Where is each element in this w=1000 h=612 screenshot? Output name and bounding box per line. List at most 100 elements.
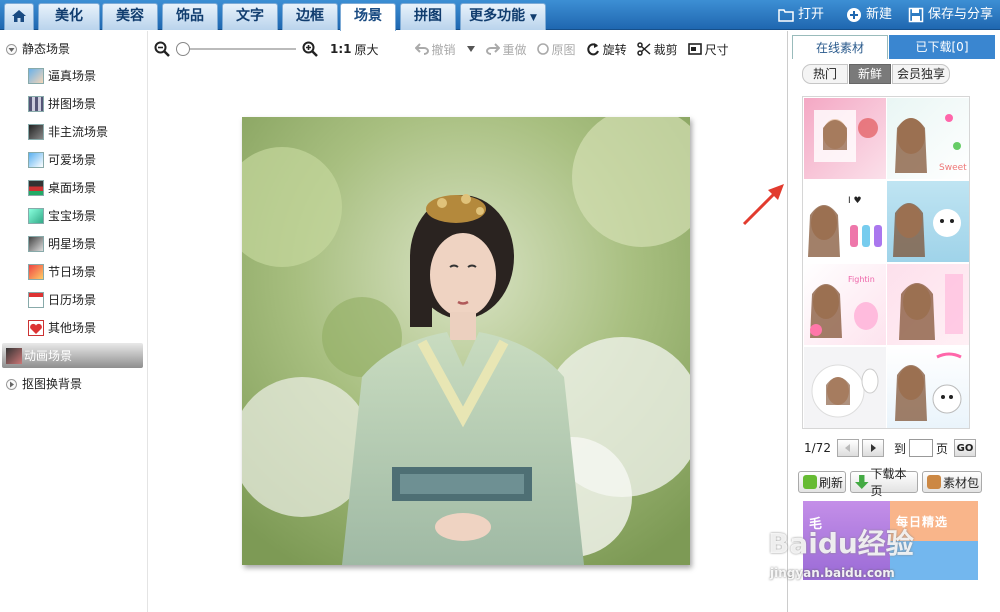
sidebar-item-realistic[interactable]: 逼真场景 [28, 65, 96, 87]
material-pack-button[interactable]: 素材包 [922, 471, 982, 493]
edited-photo[interactable] [242, 117, 690, 565]
zoom-slider[interactable] [176, 42, 296, 56]
baidu-watermark: Baidu经验 [768, 527, 914, 560]
new-button[interactable]: 新建 [846, 0, 892, 30]
page-indicator: 1/72 [804, 441, 831, 455]
undo-dropdown-icon[interactable] [466, 45, 476, 53]
material-thumbnail-grid: Sweet I ♥ Fightin [802, 96, 970, 429]
tab-frame[interactable]: 边框 [282, 3, 338, 30]
undo-button[interactable]: 撤销 [414, 41, 456, 58]
original-image-button[interactable]: 原图 [536, 41, 576, 58]
sidebar-item-desktop[interactable]: 桌面场景 [28, 177, 96, 199]
open-button[interactable]: 打开 [778, 0, 824, 30]
tab-beautify[interactable]: 美化 [38, 3, 100, 30]
page-suffix: 页 [935, 441, 948, 456]
zoom-slider-knob[interactable] [176, 42, 190, 56]
refresh-label: 刷新 [819, 475, 844, 490]
svg-text:I ♥: I ♥ [848, 196, 862, 206]
tab-home[interactable] [4, 3, 34, 30]
scene-thumbnail[interactable] [887, 347, 969, 428]
group-cutout-label: 抠图换背景 [22, 377, 83, 391]
prev-page-button[interactable] [836, 439, 859, 457]
original-size-button[interactable]: 1:1 原大 [330, 41, 379, 58]
sidebar-item-celebrity[interactable]: 明星场景 [28, 233, 96, 255]
sidebar-item-label: 拼图场景 [48, 97, 97, 111]
sidebar-item-holiday[interactable]: 节日场景 [28, 261, 96, 283]
save-share-label: 保存与分享 [928, 7, 994, 22]
tab-scene[interactable]: 场景 [340, 3, 396, 31]
zoom-out-icon[interactable] [154, 41, 170, 57]
right-arrow-icon [870, 444, 876, 452]
top-nav-bar: 美化 美容 饰品 文字 边框 场景 拼图 更多功能 ▼ 打开 新建 保存与分享 [0, 0, 1000, 31]
tab-more-functions[interactable]: 更多功能 ▼ [460, 3, 546, 30]
sidebar-item-alternative[interactable]: 非主流场景 [28, 121, 108, 143]
sidebar-item-animated-selected[interactable]: 动画场景 [2, 343, 143, 368]
tab-collage[interactable]: 拼图 [400, 3, 456, 30]
sidebar-item-label: 其他场景 [48, 321, 97, 335]
tab-accessories[interactable]: 饰品 [162, 3, 218, 30]
size-label: 尺寸 [704, 42, 729, 57]
resize-icon [687, 43, 702, 55]
rotate-button[interactable]: 旋转 [586, 41, 627, 58]
pagination: 1/72 到 页 GO [804, 439, 976, 457]
sidebar-item-label: 可爱场景 [48, 153, 97, 167]
sidebar-item-calendar[interactable]: 日历场景 [28, 289, 96, 311]
home-icon [12, 10, 26, 22]
collapse-icon [6, 43, 17, 55]
go-button[interactable]: GO [953, 439, 976, 457]
scene-thumbnail[interactable] [804, 347, 886, 428]
realistic-scene-icon [28, 68, 44, 84]
rotate-label: 旋转 [602, 42, 627, 57]
subtab-hot[interactable]: 热门 [802, 64, 848, 84]
holiday-scene-icon [28, 264, 44, 280]
heart-scene-icon [28, 320, 44, 336]
save-share-button[interactable]: 保存与分享 [908, 0, 993, 30]
scene-thumbnail[interactable]: Fightin [804, 264, 886, 345]
scene-thumbnail[interactable] [887, 264, 969, 345]
crop-label: 裁剪 [653, 42, 678, 57]
sidebar-item-collage-scene[interactable]: 拼图场景 [28, 93, 96, 115]
celebrity-scene-icon [28, 236, 44, 252]
group-cutout-background[interactable]: 抠图换背景 [6, 374, 82, 394]
resize-button[interactable]: 尺寸 [687, 41, 729, 58]
zoom-slider-track [176, 48, 296, 50]
svg-text:Fightin: Fightin [848, 275, 875, 284]
redo-icon [485, 43, 500, 55]
scene-thumbnail[interactable] [804, 98, 886, 179]
sidebar-item-label: 节日场景 [48, 265, 97, 279]
next-page-button[interactable] [861, 439, 884, 457]
collage-scene-icon [28, 96, 44, 112]
original-label: 原图 [551, 42, 576, 57]
sidebar-item-label: 日历场景 [48, 293, 97, 307]
tab-text[interactable]: 文字 [222, 3, 278, 30]
circle-icon [536, 43, 549, 55]
goto-label: 到 [893, 441, 906, 456]
page-number-input[interactable] [908, 439, 933, 457]
download-page-button[interactable]: 下载本页 [850, 467, 918, 498]
package-icon [927, 475, 941, 489]
sidebar-item-baby[interactable]: 宝宝场景 [28, 205, 96, 227]
rotate-icon [586, 43, 599, 56]
tab-makeup[interactable]: 美容 [102, 3, 158, 30]
expand-icon [6, 378, 17, 390]
scene-thumbnail[interactable] [887, 181, 969, 262]
folder-icon [778, 9, 794, 22]
crop-button[interactable]: 裁剪 [636, 41, 678, 58]
tab-more-label: 更多功能 [469, 8, 526, 24]
group-static-scenes[interactable]: 静态场景 [6, 39, 70, 59]
alternative-scene-icon [28, 124, 44, 140]
left-arrow-icon [844, 444, 850, 452]
redo-button[interactable]: 重做 [485, 41, 527, 58]
scene-thumbnail[interactable]: Sweet [887, 98, 969, 179]
scene-thumbnail[interactable]: I ♥ [804, 181, 886, 262]
floppy-disk-icon [908, 7, 924, 23]
tab-online-materials[interactable]: 在线素材 [792, 35, 888, 59]
redo-label: 重做 [502, 42, 527, 57]
zoom-in-icon[interactable] [302, 41, 318, 57]
tab-downloaded[interactable]: 已下载[0] [889, 35, 995, 59]
sidebar-item-cute[interactable]: 可爱场景 [28, 149, 96, 171]
sidebar-item-other[interactable]: 其他场景 [28, 317, 96, 339]
refresh-button[interactable]: 刷新 [798, 471, 846, 493]
subtab-new[interactable]: 新鲜 [849, 64, 891, 84]
subtab-vip[interactable]: 会员独享 [892, 64, 950, 84]
